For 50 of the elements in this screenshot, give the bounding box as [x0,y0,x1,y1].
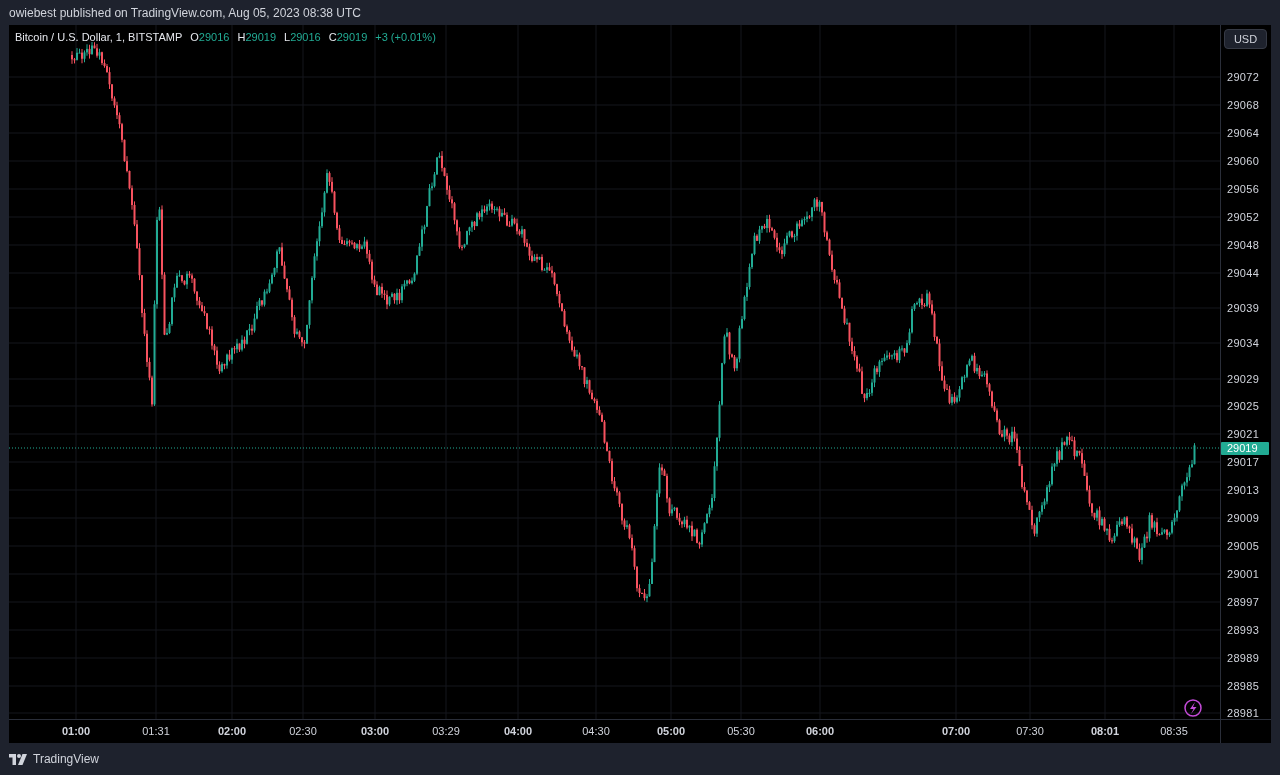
price-label: 29056 [1226,183,1260,195]
price-label: 29021 [1226,428,1260,440]
price-label: 29060 [1226,155,1260,167]
tradingview-logo-icon [9,753,27,765]
time-label: 03:00 [360,724,390,739]
price-label: 29029 [1226,373,1260,385]
price-label: 29001 [1226,568,1260,580]
time-label: 08:35 [1160,724,1188,739]
brand-name: TradingView [33,752,100,766]
price-label: 28989 [1226,652,1260,664]
lightning-icon[interactable] [1184,699,1202,717]
price-label: 29044 [1226,267,1260,279]
ohlc-reading: O29016 [190,31,230,43]
ohlc-reading: L29016 [284,31,321,43]
time-label: 02:00 [217,724,247,739]
time-label: 04:30 [582,724,610,739]
time-label: 05:30 [727,724,755,739]
price-label: 28993 [1226,624,1260,636]
time-label: 03:29 [432,724,460,739]
time-label: 07:30 [1016,724,1044,739]
ohlc-reading: C29019 [328,31,368,43]
price-label: 29013 [1226,484,1260,496]
price-label: 29068 [1226,99,1260,111]
ohlc-reading: H29019 [237,31,276,43]
price-label: 29064 [1226,127,1260,139]
price-label: 28985 [1226,680,1260,692]
price-label: 29009 [1226,512,1260,524]
time-label: 01:31 [142,724,170,739]
time-label: 02:30 [289,724,317,739]
price-label: 29039 [1226,302,1260,314]
price-label: 29005 [1226,540,1260,552]
time-label: 05:00 [656,724,686,739]
price-label: 29017 [1226,456,1260,468]
time-label: 01:00 [61,724,91,739]
price-label: 28981 [1226,707,1260,719]
price-change: +3 (+0.01%) [375,31,436,43]
price-label: 29048 [1226,239,1260,251]
price-label: 28997 [1226,596,1260,608]
time-label: 07:00 [941,724,971,739]
time-label: 08:01 [1090,724,1120,739]
time-label: 06:00 [805,724,835,739]
price-label: 29052 [1226,211,1260,223]
price-label: 29034 [1226,337,1260,349]
symbol-title: Bitcoin / U.S. Dollar, 1, BITSTAMP [15,31,183,43]
price-label: 29025 [1226,400,1260,412]
publish-info: owiebest published on TradingView.com, Aug 05, 2023 08:38 UTC [9,5,361,20]
last-price-label: 29019 [1221,442,1269,455]
time-label: 04:00 [503,724,533,739]
price-label: 29072 [1226,71,1260,83]
currency-button[interactable]: USD [1224,29,1267,49]
